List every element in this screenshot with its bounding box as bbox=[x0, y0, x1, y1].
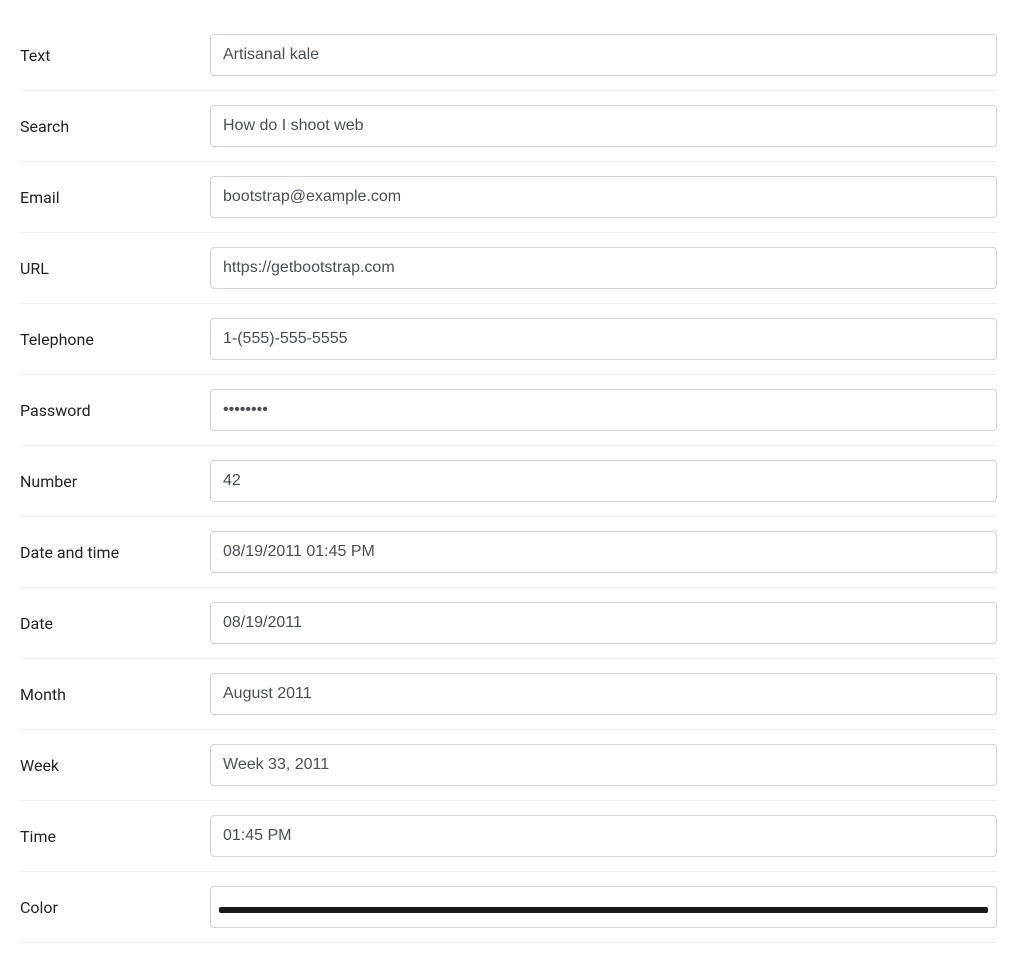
form-row-color: Color bbox=[20, 872, 997, 943]
form-row-week: Week bbox=[20, 730, 997, 801]
form-row-datetime: Date and time bbox=[20, 517, 997, 588]
input-telephone[interactable] bbox=[210, 318, 997, 360]
form-container: Text Search Email URL Telephone Password Numbe… bbox=[20, 20, 997, 943]
color-swatch bbox=[219, 907, 988, 913]
input-search[interactable] bbox=[210, 105, 997, 147]
form-row-email: Email bbox=[20, 162, 997, 233]
input-week[interactable] bbox=[210, 744, 997, 786]
label-date: Date bbox=[20, 614, 210, 633]
form-row-date: Date bbox=[20, 588, 997, 659]
form-row-month: Month bbox=[20, 659, 997, 730]
input-password[interactable] bbox=[210, 389, 997, 431]
input-datetime[interactable] bbox=[210, 531, 997, 573]
label-time: Time bbox=[20, 827, 210, 846]
form-row-search: Search bbox=[20, 91, 997, 162]
label-telephone: Telephone bbox=[20, 330, 210, 349]
input-text[interactable] bbox=[210, 34, 997, 76]
label-password: Password bbox=[20, 401, 210, 420]
form-row-number: Number bbox=[20, 446, 997, 517]
label-text: Text bbox=[20, 46, 210, 65]
label-month: Month bbox=[20, 685, 210, 704]
input-month[interactable] bbox=[210, 673, 997, 715]
form-row-url: URL bbox=[20, 233, 997, 304]
label-search: Search bbox=[20, 117, 210, 136]
form-row-password: Password bbox=[20, 375, 997, 446]
form-row-text: Text bbox=[20, 20, 997, 91]
label-datetime: Date and time bbox=[20, 543, 210, 562]
form-row-time: Time bbox=[20, 801, 997, 872]
input-number[interactable] bbox=[210, 460, 997, 502]
label-color: Color bbox=[20, 898, 210, 917]
label-week: Week bbox=[20, 756, 210, 775]
label-url: URL bbox=[20, 259, 210, 278]
input-date[interactable] bbox=[210, 602, 997, 644]
form-row-telephone: Telephone bbox=[20, 304, 997, 375]
color-input-wrapper bbox=[210, 886, 997, 928]
label-email: Email bbox=[20, 188, 210, 207]
input-email[interactable] bbox=[210, 176, 997, 218]
input-url[interactable] bbox=[210, 247, 997, 289]
label-number: Number bbox=[20, 472, 210, 491]
input-time[interactable] bbox=[210, 815, 997, 857]
